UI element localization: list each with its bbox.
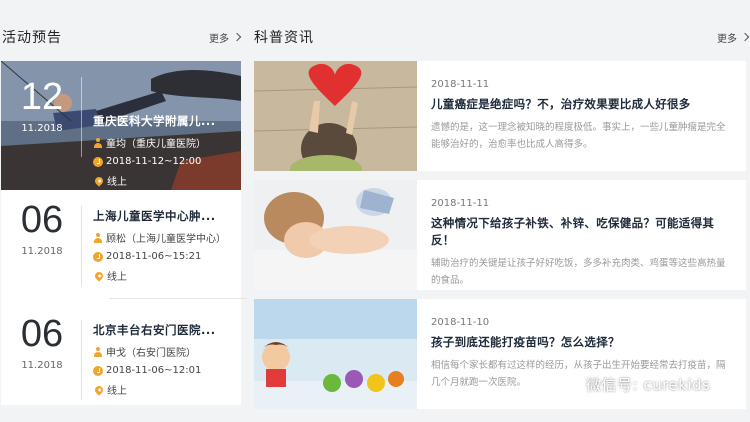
news-title: 这种情况下给孩子补铁、补锌、吃保健品？可能适得其反！ (431, 216, 715, 247)
events-section-title: 活动预告 (2, 30, 62, 46)
events-list: 12 11.2018 重庆医科大学附属儿... 童均（重庆儿童医院） 2018-… (1, 61, 247, 405)
wechat-watermark: 微信号: curekids (560, 374, 710, 395)
event-info: 北京丰台右安门医院... 申戈（右安门医院） 2018-11-06~12:01 … (93, 322, 233, 397)
news-body: 2018-11-11 这种情况下给孩子补铁、补锌、吃保健品？可能适得其反！ 辅助… (431, 198, 731, 289)
news-date: 2018-11-11 (431, 79, 490, 90)
news-card[interactable]: 2018-11-11 这种情况下给孩子补铁、补锌、吃保健品？可能适得其反！ 辅助… (254, 180, 746, 290)
event-speaker: 童均（重庆儿童医院） (93, 135, 233, 150)
event-title: 上海儿童医学中心肿... (93, 209, 216, 223)
clock-icon (93, 365, 103, 376)
chevron-right-icon (232, 32, 242, 42)
person-icon (93, 137, 103, 148)
location-pin-icon (93, 174, 105, 187)
event-title: 北京丰台右安门医院... (93, 323, 216, 337)
event-info: 重庆医科大学附属儿... 童均（重庆儿童医院） 2018-11-12~12:00… (93, 113, 233, 188)
events-section-header: 活动预告 更多 (2, 26, 242, 48)
news-more-label: 更多 (717, 33, 737, 45)
news-section-header: 科普资讯 更多 (254, 26, 750, 48)
location-pin-icon (93, 383, 105, 396)
events-more-link[interactable]: 更多 (209, 30, 242, 45)
event-info: 上海儿童医学中心肿... 顾松（上海儿童医学中心） 2018-11-06~15:… (93, 208, 233, 283)
news-thumbnail (254, 61, 417, 171)
news-section-title: 科普资讯 (254, 30, 314, 46)
event-card-featured[interactable]: 12 11.2018 重庆医科大学附属儿... 童均（重庆儿童医院） 2018-… (1, 61, 241, 190)
event-divider (81, 320, 82, 400)
event-time: 2018-11-06~15:21 (93, 251, 233, 262)
person-icon (93, 232, 103, 243)
event-location-text: 线上 (107, 272, 127, 283)
event-date: 06 11.2018 (1, 190, 83, 257)
event-speaker-text: 申戈（右安门医院） (106, 348, 196, 359)
event-title: 重庆医科大学附属儿... (93, 114, 216, 128)
event-day: 06 (20, 313, 64, 355)
news-body: 2018-11-11 儿童癌症是绝症吗？不，治疗效果要比成人好很多 遗憾的是，这… (431, 79, 731, 153)
event-time-text: 2018-11-06~12:01 (106, 365, 202, 376)
event-time-text: 2018-11-06~15:21 (106, 251, 202, 262)
event-speaker-text: 童均（重庆儿童医院） (106, 139, 206, 150)
watermark-text: 微信号: curekids (586, 376, 711, 394)
event-time: 2018-11-06~12:01 (93, 365, 233, 376)
event-day: 12 (20, 76, 64, 118)
chevron-right-icon (740, 32, 750, 42)
news-card[interactable]: 2018-11-11 儿童癌症是绝症吗？不，治疗效果要比成人好很多 遗憾的是，这… (254, 61, 746, 171)
clock-icon (93, 251, 103, 262)
news-thumbnail (254, 299, 417, 409)
event-speaker: 申戈（右安门医院） (93, 344, 233, 359)
news-thumbnail (254, 180, 417, 290)
wechat-icon (560, 377, 580, 392)
event-time-text: 2018-11-12~12:00 (106, 156, 202, 167)
event-month: 11.2018 (21, 360, 63, 371)
event-location: 线上 (93, 173, 233, 188)
news-summary: 遗憾的是，这一理念被知晓的程度极低。事实上，一些儿童肿瘤是完全能够治好的，治愈率… (431, 122, 726, 150)
event-card[interactable]: 06 11.2018 上海儿童医学中心肿... 顾松（上海儿童医学中心） 201… (1, 190, 241, 302)
events-more-label: 更多 (209, 33, 229, 45)
event-date: 12 11.2018 (1, 67, 83, 134)
event-month: 11.2018 (21, 123, 63, 134)
news-more-link[interactable]: 更多 (717, 30, 750, 45)
event-speaker: 顾松（上海儿童医学中心） (93, 230, 233, 245)
event-location-text: 线上 (107, 177, 127, 188)
news-date: 2018-11-10 (431, 317, 490, 328)
event-card[interactable]: 06 11.2018 北京丰台右安门医院... 申戈（右安门医院） 2018-1… (1, 304, 241, 416)
news-date: 2018-11-11 (431, 198, 490, 209)
event-location: 线上 (93, 382, 233, 397)
event-location-text: 线上 (107, 386, 127, 397)
event-day: 06 (20, 199, 64, 241)
event-time: 2018-11-12~12:00 (93, 156, 233, 167)
event-location: 线上 (93, 268, 233, 283)
news-summary: 辅助治疗的关键是让孩子好好吃饭，多多补充肉类、鸡蛋等这些高热量的食品。 (431, 258, 726, 286)
news-title: 孩子到底还能打疫苗吗？怎么选择？ (431, 335, 620, 349)
clock-icon (93, 156, 103, 167)
event-speaker-text: 顾松（上海儿童医学中心） (106, 234, 226, 245)
event-separator (109, 298, 247, 299)
event-date: 06 11.2018 (1, 304, 83, 371)
event-divider (81, 77, 82, 157)
location-pin-icon (93, 269, 105, 282)
news-title: 儿童癌症是绝症吗？不，治疗效果要比成人好很多 (431, 97, 691, 111)
event-month: 11.2018 (21, 246, 63, 257)
person-icon (93, 346, 103, 357)
event-divider (81, 206, 82, 286)
